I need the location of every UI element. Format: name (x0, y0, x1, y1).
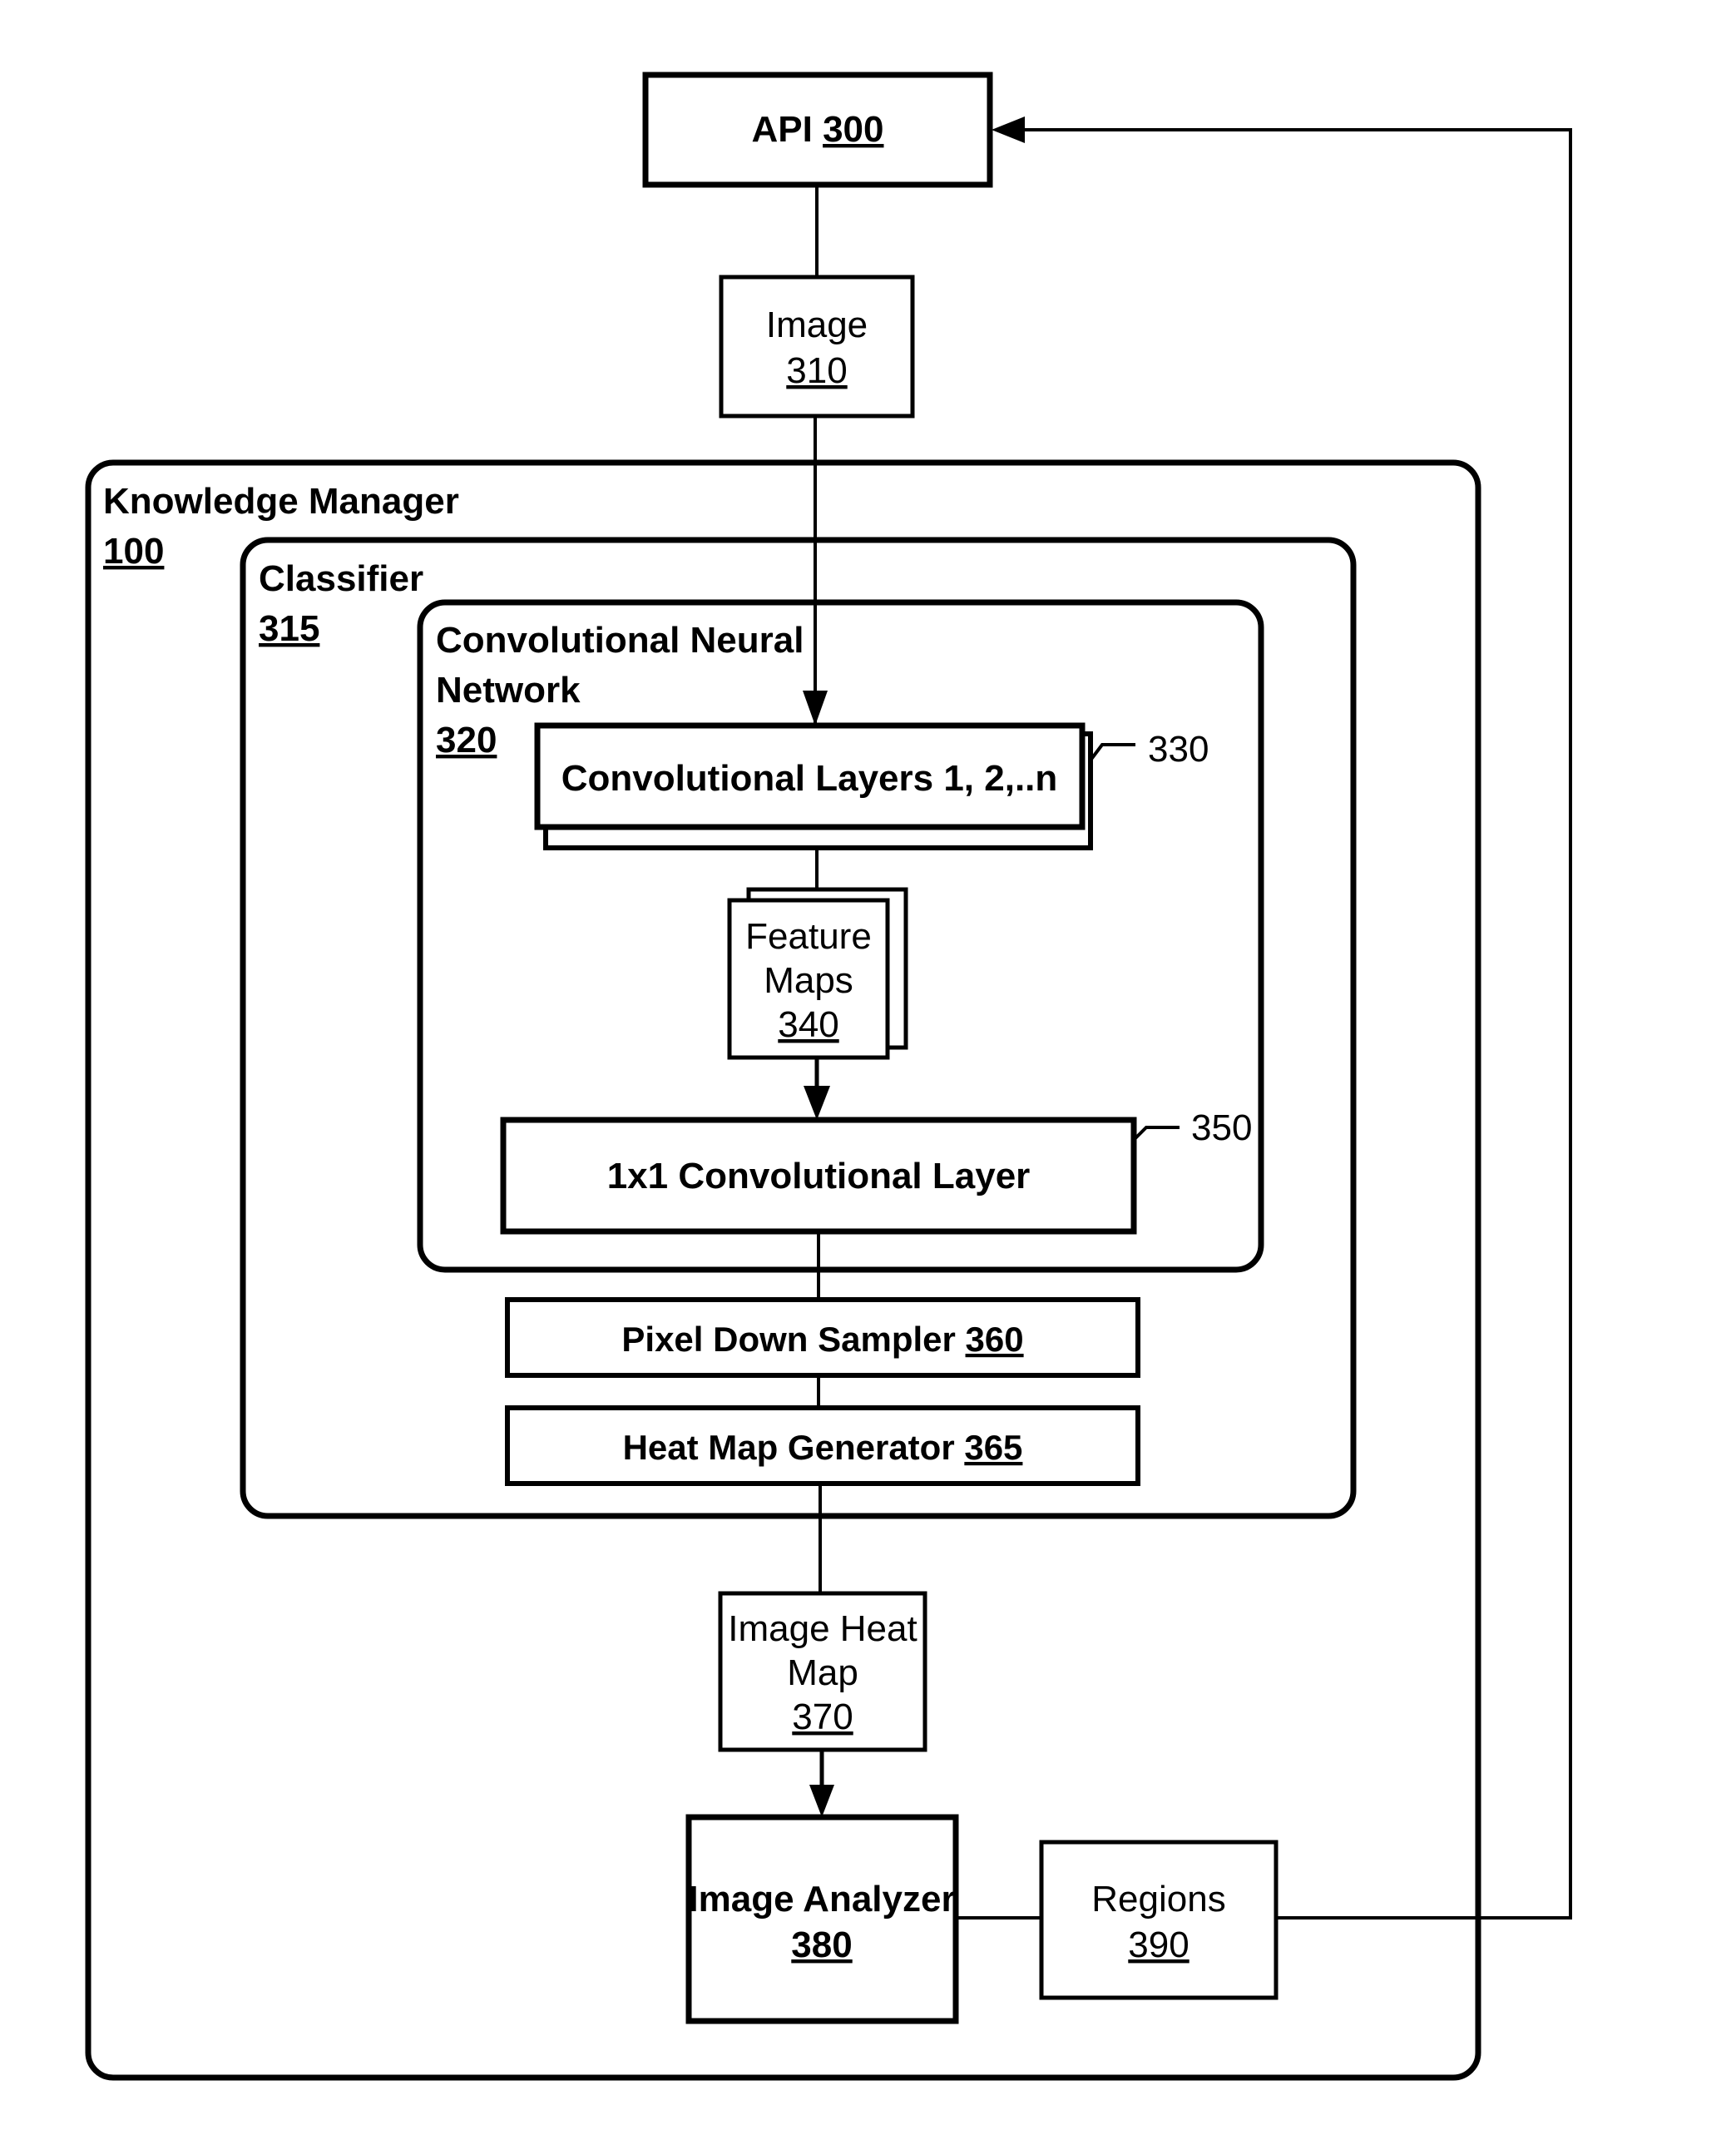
api-label: API 300 (751, 109, 883, 150)
feedback-line-regions-to-api (1023, 128, 1572, 1920)
classifier-label: Classifier (259, 558, 423, 599)
feature-maps-label-line1: Feature (745, 916, 872, 957)
pixel-down-sampler-ref: 360 (966, 1320, 1024, 1359)
arrowhead-api (992, 116, 1025, 143)
cnn-ref: 320 (436, 720, 497, 760)
heat-map-generator-label: Heat Map Generator 365 (623, 1428, 1023, 1467)
conv-1x1-label: 1x1 Convolutional Layer (607, 1156, 1031, 1196)
conv-layers-ref: 330 (1148, 729, 1209, 770)
image-label: Image (766, 305, 868, 345)
conv-layers-label: Convolutional Layers 1, 2,..n (561, 758, 1058, 799)
conv-layers-leader (1088, 743, 1135, 763)
image-ref: 310 (786, 350, 847, 391)
arrowhead-analyzer (809, 1785, 834, 1817)
heat-map-generator-ref: 365 (964, 1428, 1022, 1467)
conv-1x1-leader (1132, 1126, 1180, 1142)
image-box (719, 275, 915, 419)
regions-label: Regions (1091, 1879, 1225, 1920)
cnn-label-line2: Network (436, 670, 581, 711)
api-ref: 300 (823, 109, 883, 150)
regions-ref: 390 (1128, 1925, 1189, 1965)
image-heat-map-ref: 370 (792, 1697, 853, 1737)
knowledge-manager-ref: 100 (103, 531, 164, 572)
conv-1x1-ref: 350 (1191, 1107, 1252, 1148)
feature-maps-ref: 340 (778, 1004, 838, 1045)
image-analyzer-label: Image Analyzer (688, 1879, 955, 1920)
image-heat-map-label-line2: Map (787, 1652, 858, 1693)
cnn-label-line1: Convolutional Neural (436, 620, 804, 661)
feature-maps-label-line2: Maps (764, 960, 853, 1001)
knowledge-manager-label: Knowledge Manager (103, 481, 459, 522)
image-analyzer-ref: 380 (791, 1925, 852, 1965)
regions-box (1039, 1840, 1279, 2000)
arrowhead-conv (803, 691, 828, 726)
diagram-canvas: API 300 Image 310 Knowledge Manager 100 … (85, 72, 1572, 2081)
pixel-down-sampler-label: Pixel Down Sampler 360 (621, 1320, 1023, 1359)
classifier-ref: 315 (259, 608, 319, 649)
arrowhead-1x1 (804, 1086, 830, 1120)
image-heat-map-label-line1: Image Heat (728, 1608, 917, 1649)
